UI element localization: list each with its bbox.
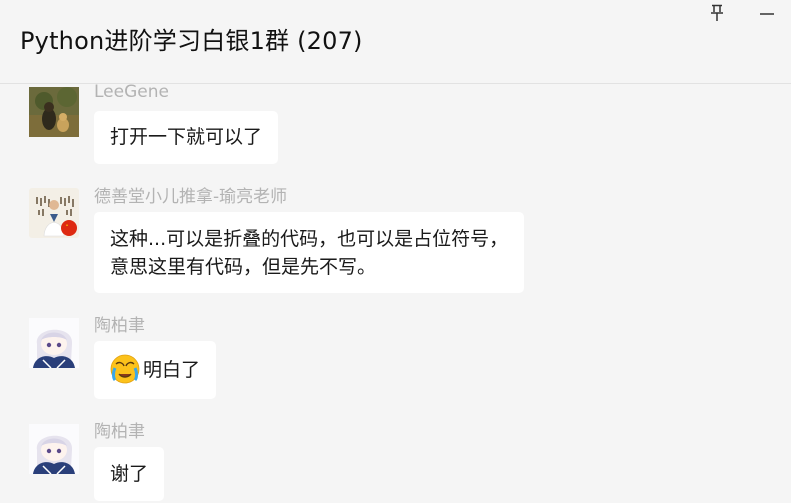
avatar-taobaiyu[interactable] (29, 424, 79, 474)
avatar-leegene[interactable] (29, 87, 79, 137)
message-text: 意思这里有代码，但是先不写。 (110, 256, 377, 278)
chat-title: Python进阶学习白银1群 (207) (20, 27, 363, 55)
facepalm-crying-emoji (110, 354, 140, 383)
message-bubble[interactable]: 这种...可以是折叠的代码，也可以是占位符号， 意思这里有代码，但是先不写。 (94, 212, 525, 293)
message-text: 明白了 (143, 359, 201, 381)
avatar-deshantang[interactable] (29, 188, 79, 238)
pin-icon (711, 4, 723, 21)
minimize-icon (760, 13, 774, 15)
sender-name: 陶柏聿 (94, 316, 145, 336)
pin-button[interactable] (703, 2, 731, 24)
sender-name: 陶柏聿 (94, 422, 145, 442)
message-bubble[interactable]: 明白了 (94, 341, 217, 399)
sender-name: 德善堂小儿推拿-瑜亮老师 (94, 187, 288, 207)
minimize-button[interactable] (753, 2, 781, 24)
message-bubble[interactable]: 谢了 (94, 447, 165, 501)
message-text: 这种...可以是折叠的代码，也可以是占位符号， (110, 228, 509, 250)
message-text: 打开一下就可以了 (110, 126, 263, 148)
sender-name: LeeGene (94, 82, 169, 102)
chat-header: Python进阶学习白银1群 (207) (0, 0, 791, 84)
avatar-taobaiyu[interactable] (29, 318, 79, 368)
message-text: 谢了 (110, 463, 149, 485)
message-bubble[interactable]: 打开一下就可以了 (94, 111, 279, 164)
